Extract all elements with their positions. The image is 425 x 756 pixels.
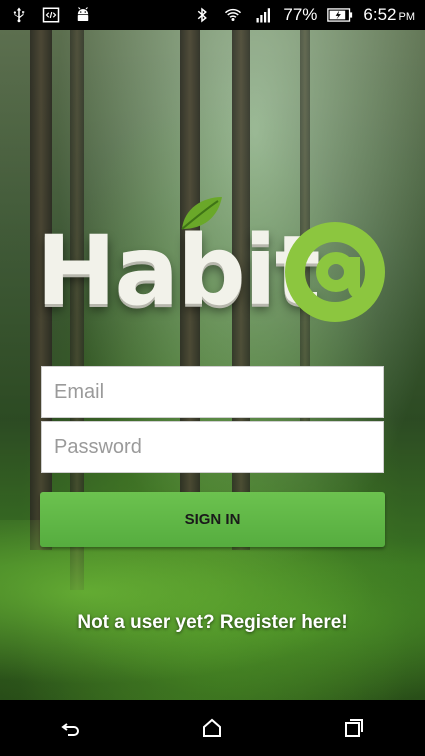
code-icon	[42, 7, 60, 23]
logo-wordmark: Habit	[36, 215, 321, 327]
clock-time: 6:52	[363, 5, 397, 24]
email-input[interactable]	[54, 367, 371, 417]
mossy-ground	[0, 520, 425, 700]
bluetooth-icon	[198, 7, 208, 23]
app-logo: Habit	[36, 195, 388, 335]
navigation-bar	[0, 700, 425, 756]
status-right: 77% 6:52 PM	[193, 5, 415, 25]
back-button[interactable]	[41, 708, 101, 748]
battery-icon	[327, 8, 353, 22]
clock: 6:52 PM	[363, 5, 415, 25]
register-link[interactable]: Not a user yet? Register here!	[0, 612, 425, 634]
wifi-icon	[225, 8, 242, 21]
home-icon	[203, 718, 222, 737]
battery-percent: 77%	[283, 5, 318, 24]
status-left	[10, 6, 92, 24]
at-symbol-icon	[285, 222, 385, 322]
email-field[interactable]	[41, 366, 384, 418]
signal-icon	[256, 8, 271, 23]
recents-button[interactable]	[324, 708, 384, 748]
sign-in-button[interactable]: SIGN IN	[40, 492, 385, 547]
password-field[interactable]	[41, 421, 384, 473]
android-icon	[77, 7, 89, 21]
home-button[interactable]	[182, 708, 242, 748]
password-input[interactable]	[54, 422, 371, 472]
back-icon	[61, 723, 79, 736]
recents-icon	[345, 719, 364, 737]
status-bar: 77% 6:52 PM	[0, 0, 425, 30]
clock-ampm: PM	[398, 11, 416, 23]
usb-icon	[13, 7, 25, 23]
